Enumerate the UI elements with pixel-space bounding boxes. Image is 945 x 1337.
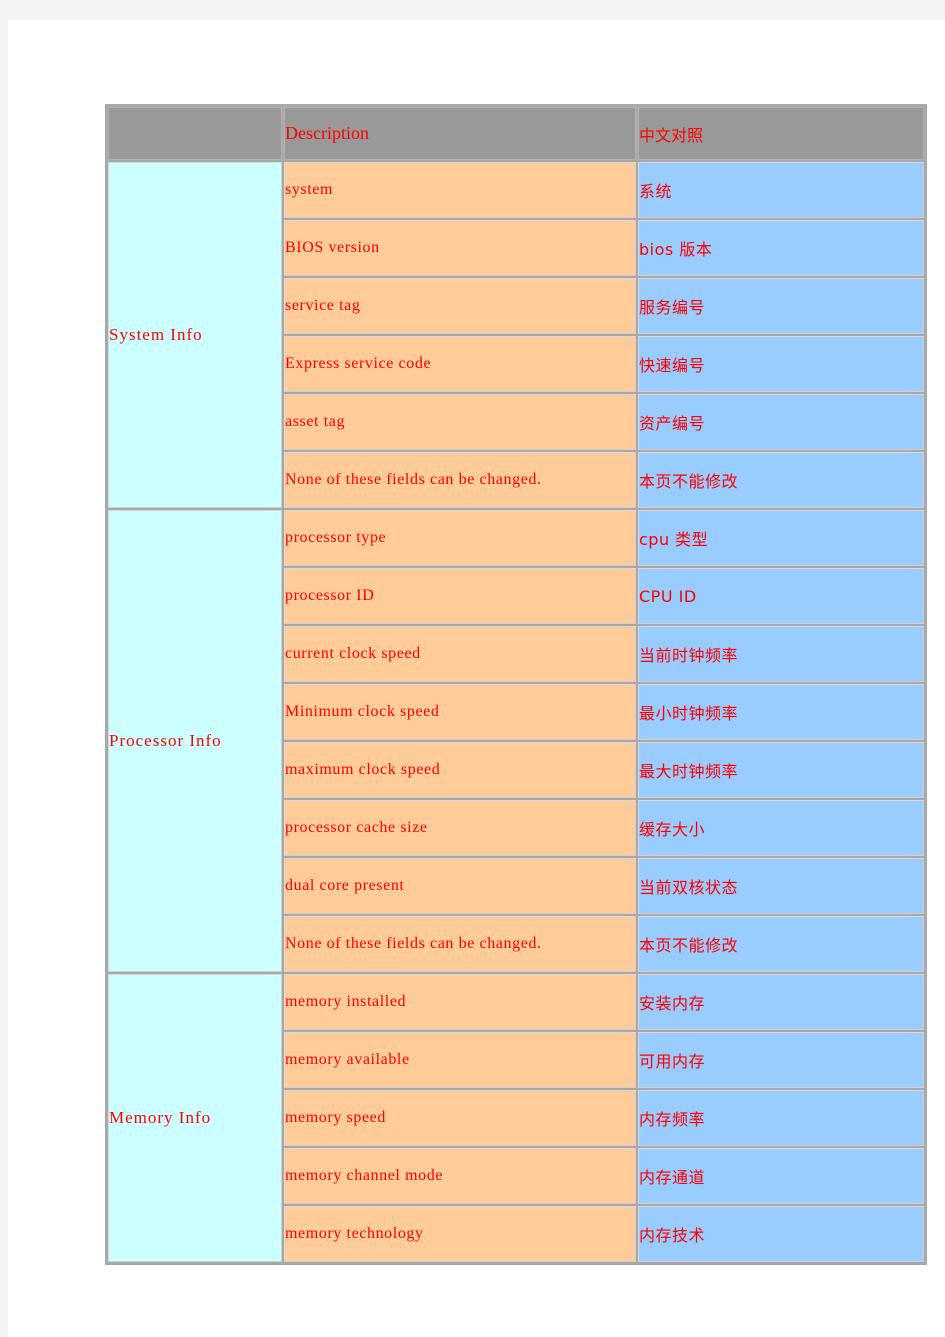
group-label-cell: Processor Info (108, 510, 282, 972)
chinese-cell: 本页不能修改 (638, 916, 924, 972)
chinese-cell: 系统 (638, 162, 924, 218)
description-cell: processor ID (284, 568, 636, 624)
chinese-cell: 快速编号 (638, 336, 924, 392)
document-page: Description 中文对照 System Info system 系统 BIOS v… (8, 20, 945, 1337)
description-cell: Minimum clock speed (284, 684, 636, 740)
description-cell: asset tag (284, 394, 636, 450)
bios-terms-table: Description 中文对照 System Info system 系统 BIOS v… (105, 104, 927, 1265)
chinese-cell: 当前时钟频率 (638, 626, 924, 682)
table-row: System Info system 系统 (108, 162, 924, 508)
chinese-cell: 缓存大小 (638, 800, 924, 856)
chinese-cell: 内存通道 (638, 1148, 924, 1204)
chinese-cell: CPU ID (638, 568, 924, 624)
group-label-cell: Memory Info (108, 974, 282, 1262)
description-cell: memory installed (284, 974, 636, 1030)
header-cell-blank (108, 107, 282, 160)
description-cell: memory channel mode (284, 1148, 636, 1204)
description-cell: dual core present (284, 858, 636, 914)
description-cell: None of these fields can be changed. (284, 916, 636, 972)
table-header-row: Description 中文对照 (108, 107, 924, 160)
description-cell: memory available (284, 1032, 636, 1088)
group-label-cell: System Info (108, 162, 282, 508)
chinese-cell: cpu 类型 (638, 510, 924, 566)
description-cell: current clock speed (284, 626, 636, 682)
chinese-cell: 内存频率 (638, 1090, 924, 1146)
description-cell: processor cache size (284, 800, 636, 856)
table-row: Memory Info memory installed 安装内存 (108, 974, 924, 1262)
table-row: Processor Info processor type cpu 类型 (108, 510, 924, 972)
chinese-cell: 可用内存 (638, 1032, 924, 1088)
chinese-cell: 安装内存 (638, 974, 924, 1030)
description-cell: None of these fields can be changed. (284, 452, 636, 508)
header-cell-chinese: 中文对照 (638, 107, 924, 160)
description-cell: service tag (284, 278, 636, 334)
description-cell: system (284, 162, 636, 218)
description-cell: BIOS version (284, 220, 636, 276)
bios-terms-table-container: Description 中文对照 System Info system 系统 BIOS v… (105, 104, 927, 1265)
chinese-cell: 服务编号 (638, 278, 924, 334)
chinese-cell: 最小时钟频率 (638, 684, 924, 740)
description-cell: Express service code (284, 336, 636, 392)
chinese-cell: bios 版本 (638, 220, 924, 276)
chinese-cell: 本页不能修改 (638, 452, 924, 508)
description-cell: processor type (284, 510, 636, 566)
description-cell: memory speed (284, 1090, 636, 1146)
chinese-cell: 内存技术 (638, 1206, 924, 1262)
chinese-cell: 最大时钟频率 (638, 742, 924, 798)
chinese-cell: 当前双核状态 (638, 858, 924, 914)
header-cell-description: Description (284, 107, 636, 160)
description-cell: memory technology (284, 1206, 636, 1262)
description-cell: maximum clock speed (284, 742, 636, 798)
chinese-cell: 资产编号 (638, 394, 924, 450)
